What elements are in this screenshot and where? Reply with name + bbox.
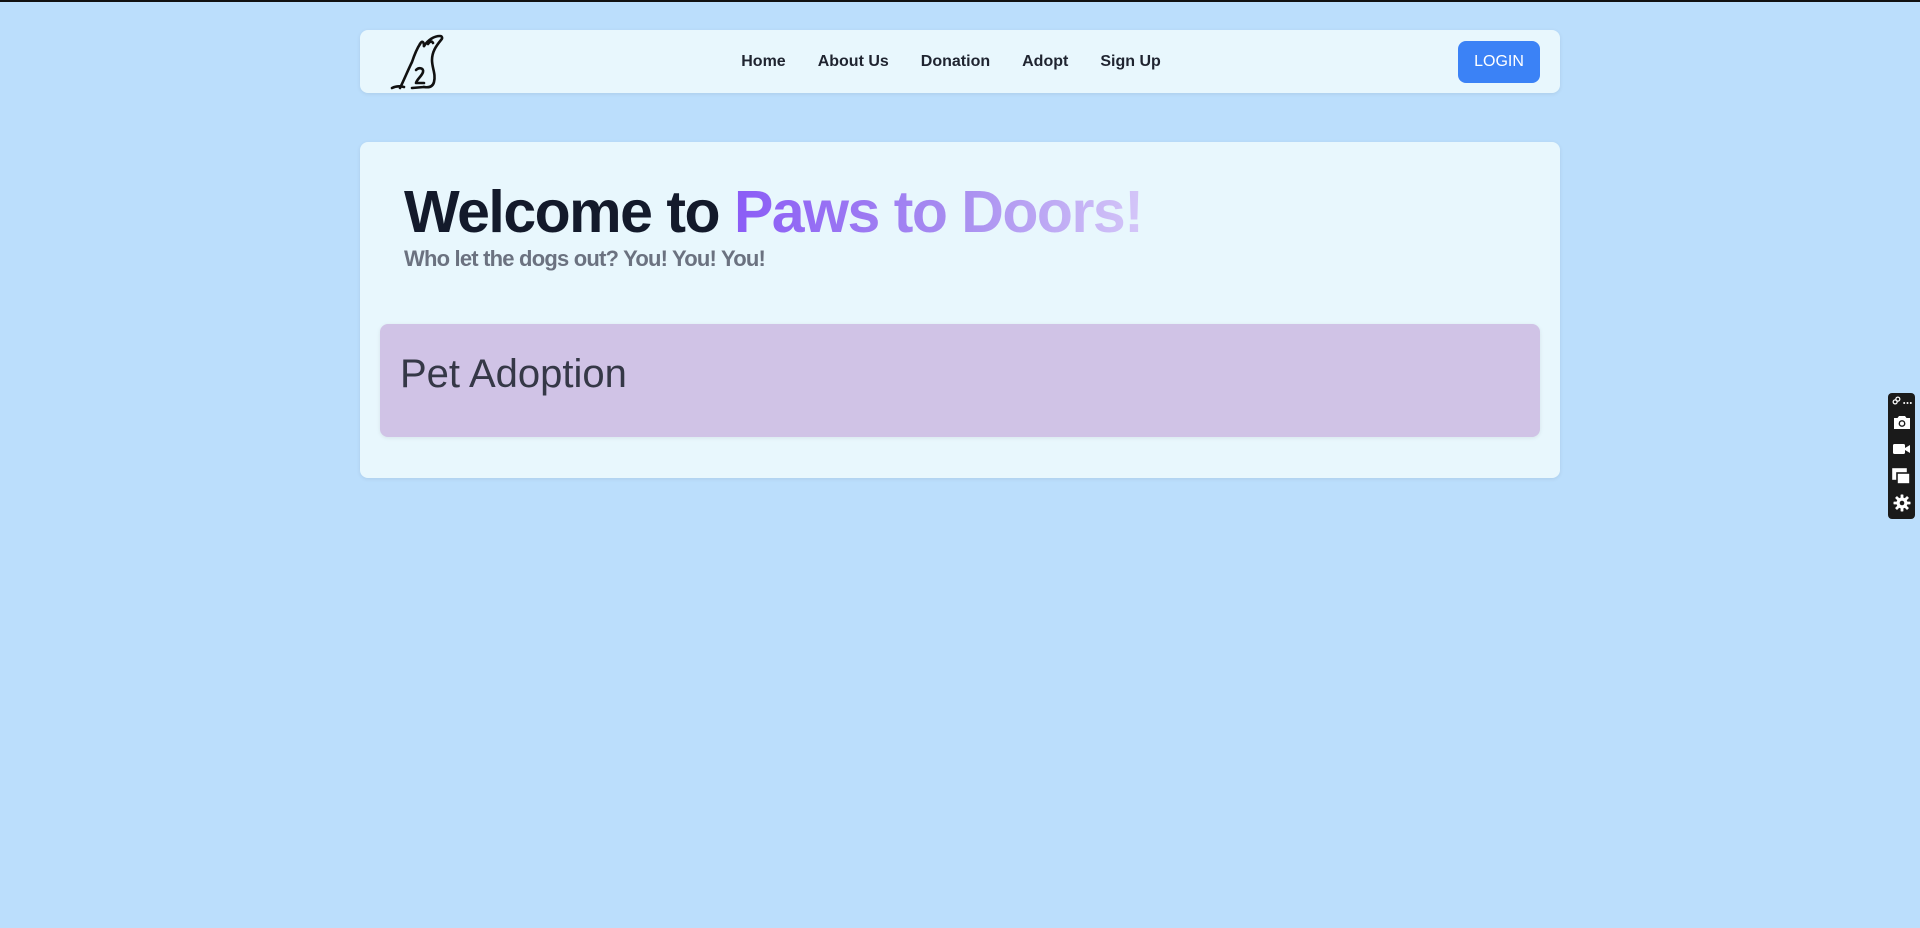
video-icon[interactable]: [1891, 438, 1913, 460]
extension-toolbar: [1888, 393, 1915, 519]
nav-links: Home About Us Donation Adopt Sign Up: [342, 30, 1560, 93]
nav-link-about-us[interactable]: About Us: [818, 53, 889, 71]
nav-link-donation[interactable]: Donation: [921, 53, 990, 71]
nav-link-sign-up[interactable]: Sign Up: [1100, 53, 1160, 71]
windows-icon[interactable]: [1891, 465, 1913, 487]
more-icon[interactable]: [1902, 392, 1912, 410]
window-top-border: [0, 0, 1920, 2]
pet-adoption-panel: Pet Adoption: [380, 324, 1540, 437]
hero-title-brand: Paws to Doors!: [733, 179, 1144, 245]
hero-title-prefix: Welcome to: [404, 179, 734, 245]
extension-toolbar-header: [1892, 396, 1912, 406]
login-button[interactable]: LOGIN: [1458, 41, 1540, 83]
link-icon[interactable]: [1892, 392, 1901, 410]
hero-title: Welcome to Paws to Doors!: [404, 179, 1144, 245]
nav-link-adopt[interactable]: Adopt: [1022, 53, 1068, 71]
camera-icon[interactable]: [1891, 411, 1913, 433]
navbar: Home About Us Donation Adopt Sign Up LOG…: [360, 30, 1560, 93]
welcome-card: Welcome to Paws to Doors! Who let the do…: [360, 142, 1560, 478]
gear-icon[interactable]: [1891, 492, 1913, 514]
section-title: Pet Adoption: [400, 352, 627, 396]
nav-link-home[interactable]: Home: [741, 53, 785, 71]
hero-subtitle: Who let the dogs out? You! You! You!: [404, 246, 766, 271]
